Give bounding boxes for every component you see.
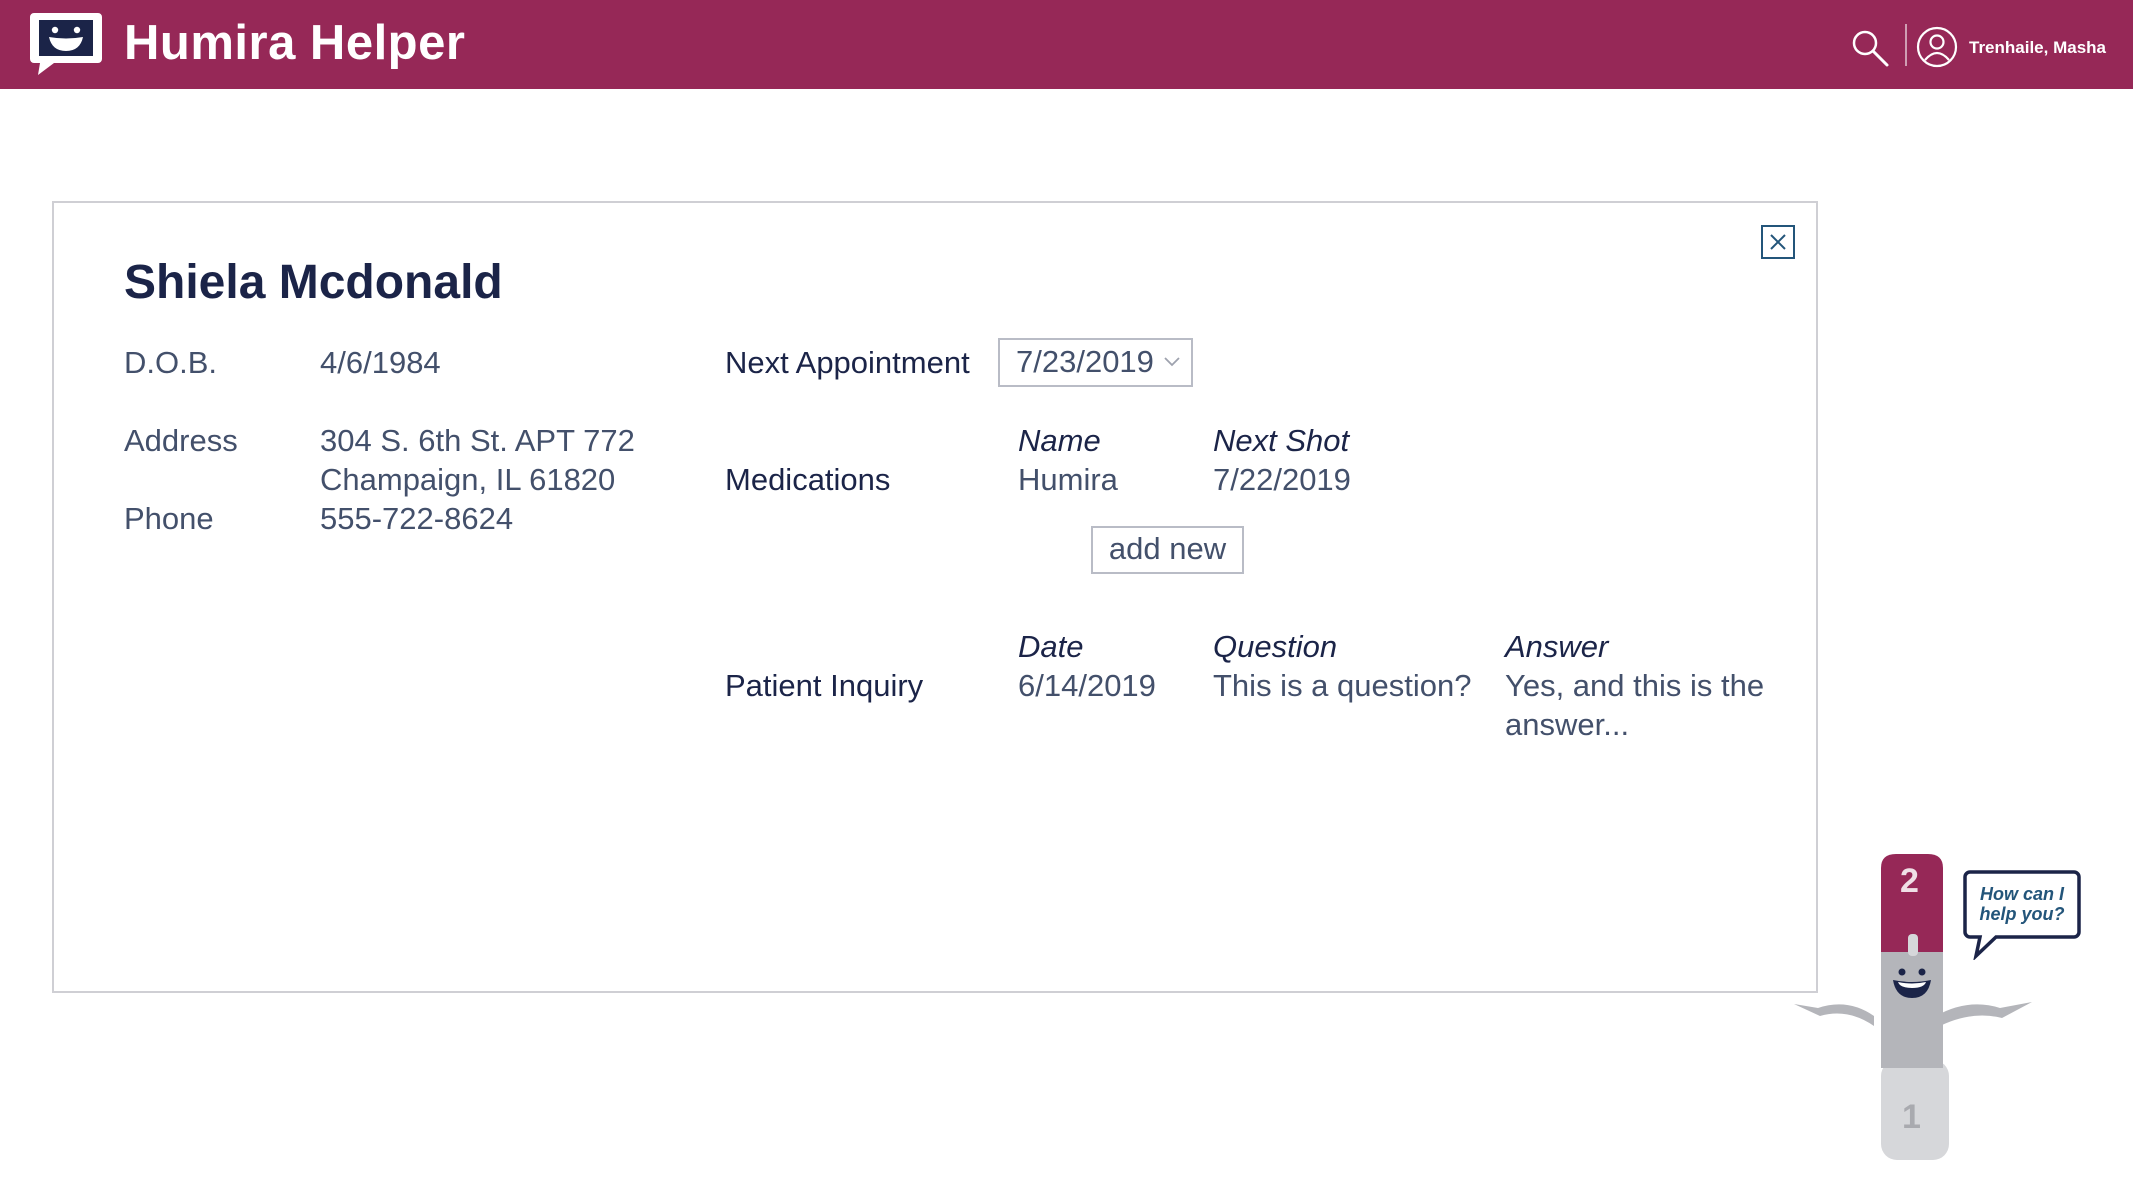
next-appointment-value: 7/23/2019 [1016,344,1154,379]
assistant-prompt[interactable]: How can I help you? [1972,884,2072,924]
inquiry-col-answer: Answer [1505,629,1609,664]
close-icon[interactable] [1769,233,1787,251]
close-button[interactable] [1761,225,1795,259]
medication-next-shot: 7/22/2019 [1213,462,1351,497]
dob-label: D.O.B. [124,345,218,380]
inquiry-answer-line-2: answer... [1505,707,1630,742]
patient-detail-card [52,201,1818,993]
inquiry-answer-line-1: Yes, and this is the [1505,668,1765,703]
address-label: Address [124,423,238,458]
topbar-divider [1905,24,1907,66]
user-name[interactable]: Trenhaile, Masha [1969,34,2106,62]
next-appointment-label: Next Appointment [725,345,970,380]
phone-label: Phone [124,501,214,536]
next-appointment-select[interactable]: 7/23/2019 [998,338,1193,387]
medication-name: Humira [1018,462,1118,497]
phone-value: 555-722-8624 [320,501,514,536]
medications-label: Medications [725,462,891,497]
app-title: Humira Helper [124,16,466,70]
address-line-2: Champaign, IL 61820 [320,462,616,497]
top-bar: Humira Helper Trenhaile, Masha [0,0,2133,89]
chevron-down-icon [1164,357,1180,367]
patient-inquiry-label: Patient Inquiry [725,668,924,703]
inquiry-col-date: Date [1018,629,1084,664]
patient-name: Shiela Mcdonald [124,256,503,309]
address-line-1: 304 S. 6th St. APT 772 [320,423,635,458]
add-new-medication-button[interactable]: add new [1091,526,1244,574]
mascot-bottom-number: 1 [1902,1098,1921,1136]
mascot-top-number: 2 [1900,862,1919,900]
inquiry-question: This is a question? [1213,668,1472,703]
medications-col-next-shot: Next Shot [1213,423,1350,458]
user-icon[interactable] [1916,26,1958,68]
dob-value: 4/6/1984 [320,345,441,380]
chat-logo-icon[interactable] [28,9,104,77]
inquiry-date: 6/14/2019 [1018,668,1156,703]
inquiry-col-question: Question [1213,629,1338,664]
search-icon[interactable] [1850,28,1890,68]
medications-col-name: Name [1018,423,1101,458]
